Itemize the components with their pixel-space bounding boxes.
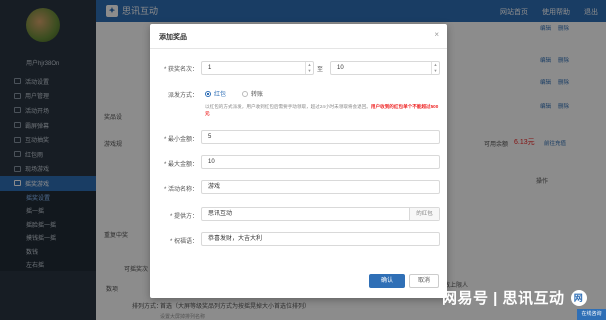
method-hint-text: 以红包的方式派发，用户收到红包后需要手动领取，超过24小时未领取将会退回。 xyxy=(205,104,371,109)
rank-from-value: 1 xyxy=(208,65,212,71)
provider-label: * 提供方： xyxy=(169,214,198,220)
rank-to-input[interactable]: 10 ▲ ▼ xyxy=(330,61,440,75)
online-consult-badge[interactable]: 在线咨询 xyxy=(577,309,606,320)
spinner-icon[interactable]: ▲ ▼ xyxy=(305,62,313,74)
rank-to-value: 10 xyxy=(337,65,344,71)
method-label: 派发方式： xyxy=(167,93,198,99)
radio-icon xyxy=(242,90,248,97)
spinner-icon[interactable]: ▲ ▼ xyxy=(431,62,439,74)
method-hint: 以红包的方式派发，用户收到红包后需要手动领取，超过24小时未领取将会退回。用户收… xyxy=(205,103,441,117)
min-amount-label: * 最小金额： xyxy=(163,137,198,143)
activity-name-input[interactable]: 游戏 xyxy=(201,180,440,194)
divider xyxy=(150,48,447,49)
rank-label: * 获奖名次： xyxy=(163,67,198,73)
blessing-input[interactable]: 恭喜发财，大吉大利 xyxy=(201,232,440,246)
min-amount-input[interactable]: 5 xyxy=(201,130,440,144)
method-option-redpacket[interactable]: 红包 xyxy=(205,89,226,98)
max-amount-input[interactable]: 10 xyxy=(201,155,440,169)
watermark: 网易号 | 思讯互动 网 xyxy=(442,287,587,308)
dialog-title: 添加奖品 xyxy=(159,34,187,41)
watermark-text: 网易号 | 思讯互动 xyxy=(442,290,565,307)
blessing-label: * 祝福语： xyxy=(169,239,198,245)
method-option-transfer[interactable]: 转账 xyxy=(242,89,263,98)
rank-from-input[interactable]: 1 ▲ ▼ xyxy=(201,61,314,75)
close-icon[interactable]: × xyxy=(434,30,439,39)
cancel-button[interactable]: 取消 xyxy=(409,274,439,288)
add-prize-dialog: 添加奖品 × * 获奖名次： 1 ▲ ▼ 至 10 ▲ ▼ 派发方式： 红包 转账 … xyxy=(150,24,447,298)
rank-separator: 至 xyxy=(317,67,324,73)
radio-icon xyxy=(205,90,211,97)
confirm-button[interactable]: 确认 xyxy=(369,274,405,288)
activity-name-label: * 活动名称： xyxy=(163,187,198,193)
provider-value: 思讯互动 xyxy=(208,211,233,217)
method-option-label: 红包 xyxy=(214,92,227,98)
method-option-label: 转账 xyxy=(251,92,264,98)
watermark-icon: 网 xyxy=(570,289,587,306)
provider-addon: 的红包 xyxy=(409,208,439,220)
max-amount-label: * 最大金额： xyxy=(163,162,198,168)
provider-input[interactable]: 思讯互动 的红包 xyxy=(201,207,440,221)
